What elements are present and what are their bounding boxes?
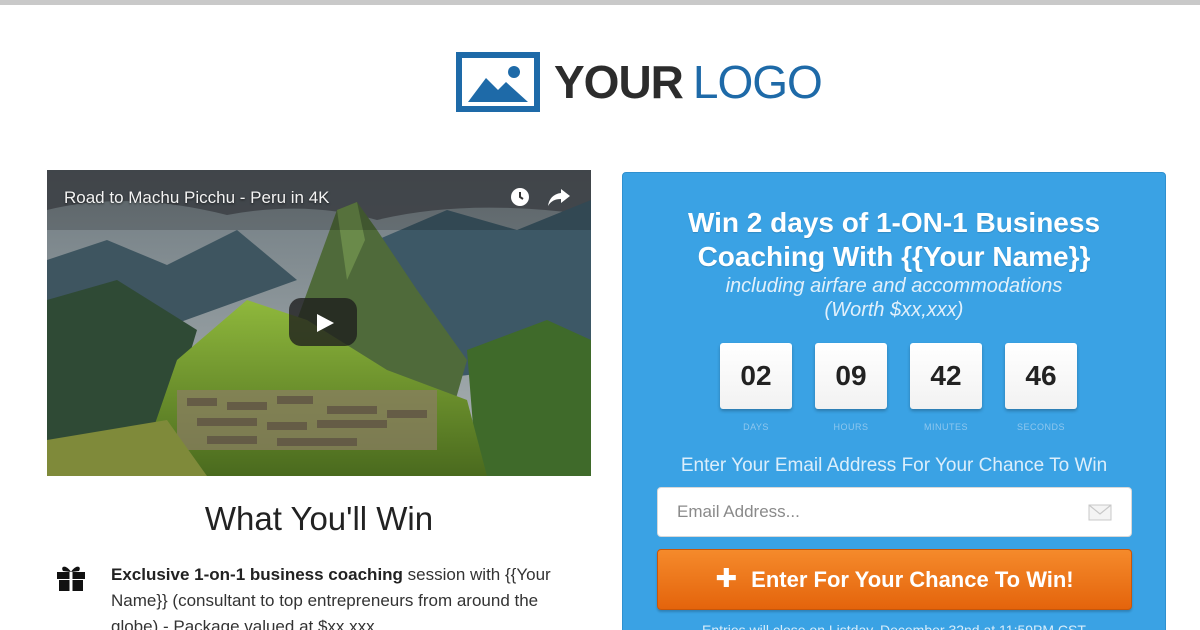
image-icon: [456, 52, 540, 112]
play-icon[interactable]: [289, 298, 357, 346]
panel-subtitle-line2: (Worth $xx,xxx): [824, 299, 964, 321]
prize-bold-text: Exclusive 1-on-1 business coaching: [111, 565, 403, 584]
countdown-hours-label: HOURS: [833, 422, 869, 432]
share-icon[interactable]: [547, 187, 571, 207]
countdown-minutes: 42 MINUTES: [910, 343, 982, 432]
email-prompt: Enter Your Email Address For Your Chance…: [680, 455, 1108, 476]
panel-title-line1: Win 2 days of 1-ON-1 Business: [687, 207, 1101, 238]
countdown-hours: 09 HOURS: [815, 343, 887, 432]
logo-word-logo: LOGO: [692, 56, 823, 108]
logo-wordmark: YOUR LOGO: [554, 56, 823, 108]
email-field[interactable]: [657, 487, 1132, 537]
countdown-minutes-value: 42: [910, 343, 982, 409]
envelope-icon: [1088, 504, 1112, 521]
video-player[interactable]: Road to Machu Picchu - Peru in 4K: [47, 170, 591, 476]
closing-note: Entries will close on Listday, December …: [702, 622, 1086, 630]
countdown-seconds-value: 46: [1005, 343, 1077, 409]
video-title[interactable]: Road to Machu Picchu - Peru in 4K: [64, 188, 330, 208]
email-input[interactable]: [658, 488, 1078, 536]
countdown-seconds: 46 SECONDS: [1005, 343, 1077, 432]
top-divider: [0, 0, 1200, 5]
enter-contest-button[interactable]: ✚ Enter For Your Chance To Win!: [657, 549, 1132, 610]
panel-title-line2: Coaching With {{Your Name}}: [697, 241, 1091, 272]
panel-title: Win 2 days of 1-ON-1 Business Coaching W…: [623, 206, 1165, 274]
countdown-minutes-label: MINUTES: [924, 422, 968, 432]
gift-icon: [57, 566, 85, 591]
plus-icon: ✚: [715, 563, 738, 593]
countdown-hours-value: 09: [815, 343, 887, 409]
enter-contest-label: Enter For Your Chance To Win!: [751, 566, 1074, 592]
countdown-seconds-label: SECONDS: [1016, 422, 1065, 432]
panel-subtitle-line1: including airfare and accommodations: [725, 275, 1063, 297]
logo-word-your: YOUR: [554, 56, 684, 108]
panel-subtitle: including airfare and accommodations (Wo…: [623, 274, 1165, 322]
countdown-days: 02 DAYS: [720, 343, 792, 432]
clock-icon[interactable]: [510, 187, 530, 207]
optin-panel: Win 2 days of 1-ON-1 Business Coaching W…: [622, 172, 1166, 630]
brand-logo[interactable]: YOUR LOGO: [456, 52, 823, 112]
countdown-days-value: 02: [720, 343, 792, 409]
prize-heading: What You'll Win: [204, 500, 434, 537]
countdown-days-label: DAYS: [743, 422, 769, 432]
countdown-timer: 02 DAYS 09 HOURS 42 MINUTES 46 SECONDS: [720, 343, 1077, 432]
prize-description: Exclusive 1-on-1 business coaching sessi…: [111, 562, 581, 630]
